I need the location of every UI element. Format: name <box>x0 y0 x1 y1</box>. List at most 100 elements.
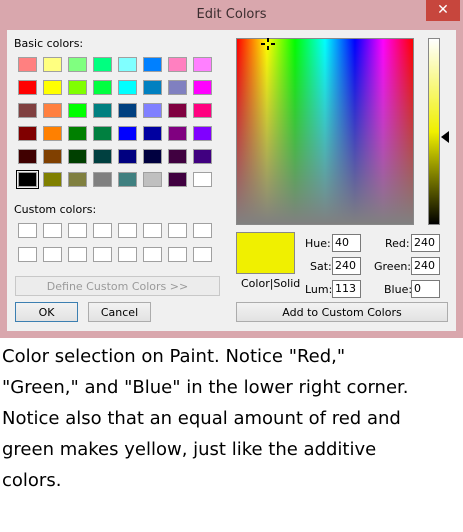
basic-color-swatch[interactable] <box>68 103 87 118</box>
dialog-body: Basic colors: Custom colors: Define Cust… <box>7 30 456 331</box>
caption-line: Color selection on Paint. Notice "Red," <box>2 346 346 367</box>
custom-color-swatch[interactable] <box>68 223 87 238</box>
basic-color-swatch[interactable] <box>168 172 187 187</box>
custom-color-swatch[interactable] <box>43 247 62 262</box>
basic-color-swatch[interactable] <box>168 103 187 118</box>
basic-color-swatch[interactable] <box>43 57 62 72</box>
custom-color-swatch[interactable] <box>143 223 162 238</box>
red-label: Red: <box>385 237 410 250</box>
basic-color-swatch[interactable] <box>43 149 62 164</box>
cancel-button[interactable]: Cancel <box>88 302 151 322</box>
basic-color-swatch[interactable] <box>18 103 37 118</box>
basic-color-swatch[interactable] <box>68 57 87 72</box>
blue-label: Blue: <box>384 283 413 296</box>
hue-label: Hue: <box>305 237 331 250</box>
basic-color-swatch[interactable] <box>18 149 37 164</box>
basic-color-swatch[interactable] <box>68 126 87 141</box>
caption-line: colors. <box>2 470 62 491</box>
custom-color-swatch[interactable] <box>68 247 87 262</box>
caption-line: green makes yellow, just like the additi… <box>2 439 377 460</box>
blue-field[interactable]: 0 <box>411 280 440 298</box>
custom-color-swatch[interactable] <box>118 247 137 262</box>
lum-field[interactable]: 113 <box>332 280 361 298</box>
basic-color-swatch[interactable] <box>68 149 87 164</box>
basic-color-swatch[interactable] <box>193 149 212 164</box>
custom-color-swatch[interactable] <box>93 247 112 262</box>
basic-color-swatch[interactable] <box>168 80 187 95</box>
basic-color-swatch[interactable] <box>93 149 112 164</box>
basic-color-swatch[interactable] <box>168 149 187 164</box>
basic-color-swatch[interactable] <box>143 172 162 187</box>
custom-color-swatch[interactable] <box>143 247 162 262</box>
lum-label: Lum: <box>305 283 333 296</box>
custom-color-swatch[interactable] <box>168 223 187 238</box>
basic-color-swatch[interactable] <box>193 57 212 72</box>
custom-colors-label: Custom colors: <box>14 203 97 216</box>
custom-color-swatch[interactable] <box>43 223 62 238</box>
basic-color-swatch[interactable] <box>143 80 162 95</box>
basic-colors-label: Basic colors: <box>14 37 84 50</box>
basic-color-swatch[interactable] <box>193 172 212 187</box>
basic-color-swatch[interactable] <box>143 149 162 164</box>
green-field[interactable]: 240 <box>411 257 440 275</box>
red-field[interactable]: 240 <box>411 234 440 252</box>
basic-color-swatch[interactable] <box>18 80 37 95</box>
basic-color-swatch[interactable] <box>18 126 37 141</box>
basic-color-swatch[interactable] <box>118 103 137 118</box>
basic-color-swatch[interactable] <box>43 80 62 95</box>
basic-color-swatch[interactable] <box>118 80 137 95</box>
color-spectrum[interactable] <box>236 38 414 225</box>
basic-color-swatch[interactable] <box>193 80 212 95</box>
custom-color-swatch[interactable] <box>93 223 112 238</box>
basic-color-swatch[interactable] <box>143 126 162 141</box>
color-solid-label: Color|Solid <box>241 277 301 290</box>
basic-color-swatch[interactable] <box>68 80 87 95</box>
dialog-title: Edit Colors <box>196 7 267 22</box>
add-to-custom-colors-button[interactable]: Add to Custom Colors <box>236 302 448 322</box>
caption-line: Notice also that an equal amount of red … <box>2 408 401 429</box>
basic-color-swatch[interactable] <box>93 103 112 118</box>
basic-color-swatch[interactable] <box>43 172 62 187</box>
color-preview <box>236 232 295 274</box>
custom-color-swatch[interactable] <box>193 223 212 238</box>
custom-color-swatch[interactable] <box>168 247 187 262</box>
hue-field[interactable]: 40 <box>332 234 361 252</box>
title-bar[interactable]: Edit Colors ✕ <box>0 0 463 30</box>
basic-color-swatch[interactable] <box>68 172 87 187</box>
sat-label: Sat: <box>310 260 332 273</box>
crosshair-icon[interactable] <box>261 38 275 50</box>
basic-color-swatch[interactable] <box>193 103 212 118</box>
basic-color-swatch[interactable] <box>118 172 137 187</box>
define-custom-colors-button[interactable]: Define Custom Colors >> <box>15 276 220 296</box>
luminosity-arrow-icon[interactable] <box>441 131 449 143</box>
basic-color-swatch[interactable] <box>93 126 112 141</box>
custom-color-swatch[interactable] <box>18 247 37 262</box>
basic-color-swatch[interactable] <box>18 57 37 72</box>
basic-color-swatch[interactable] <box>93 80 112 95</box>
basic-color-swatch[interactable] <box>43 103 62 118</box>
custom-color-swatch[interactable] <box>18 223 37 238</box>
basic-color-swatch[interactable] <box>118 149 137 164</box>
custom-color-swatch[interactable] <box>193 247 212 262</box>
edit-colors-dialog: Edit Colors ✕ Basic colors: Custom color… <box>0 0 463 338</box>
basic-color-swatch[interactable] <box>93 57 112 72</box>
basic-color-swatch[interactable] <box>168 57 187 72</box>
caption-line: "Green," and "Blue" in the lower right c… <box>2 377 409 398</box>
basic-color-swatch[interactable] <box>143 57 162 72</box>
caption-text: Color selection on Paint. Notice "Red," … <box>0 341 463 496</box>
basic-color-swatch[interactable] <box>143 103 162 118</box>
basic-color-swatch[interactable] <box>118 126 137 141</box>
basic-color-swatch[interactable] <box>93 172 112 187</box>
green-label: Green: <box>374 260 412 273</box>
luminosity-slider[interactable] <box>428 38 440 225</box>
sat-field[interactable]: 240 <box>332 257 361 275</box>
basic-color-swatch[interactable] <box>168 126 187 141</box>
basic-color-swatch[interactable] <box>193 126 212 141</box>
custom-color-swatch[interactable] <box>118 223 137 238</box>
basic-color-swatch[interactable] <box>43 126 62 141</box>
basic-color-swatch[interactable] <box>118 57 137 72</box>
close-icon: ✕ <box>437 2 449 18</box>
ok-button[interactable]: OK <box>15 302 78 322</box>
close-button[interactable]: ✕ <box>426 0 460 21</box>
basic-color-swatch[interactable] <box>16 170 39 189</box>
